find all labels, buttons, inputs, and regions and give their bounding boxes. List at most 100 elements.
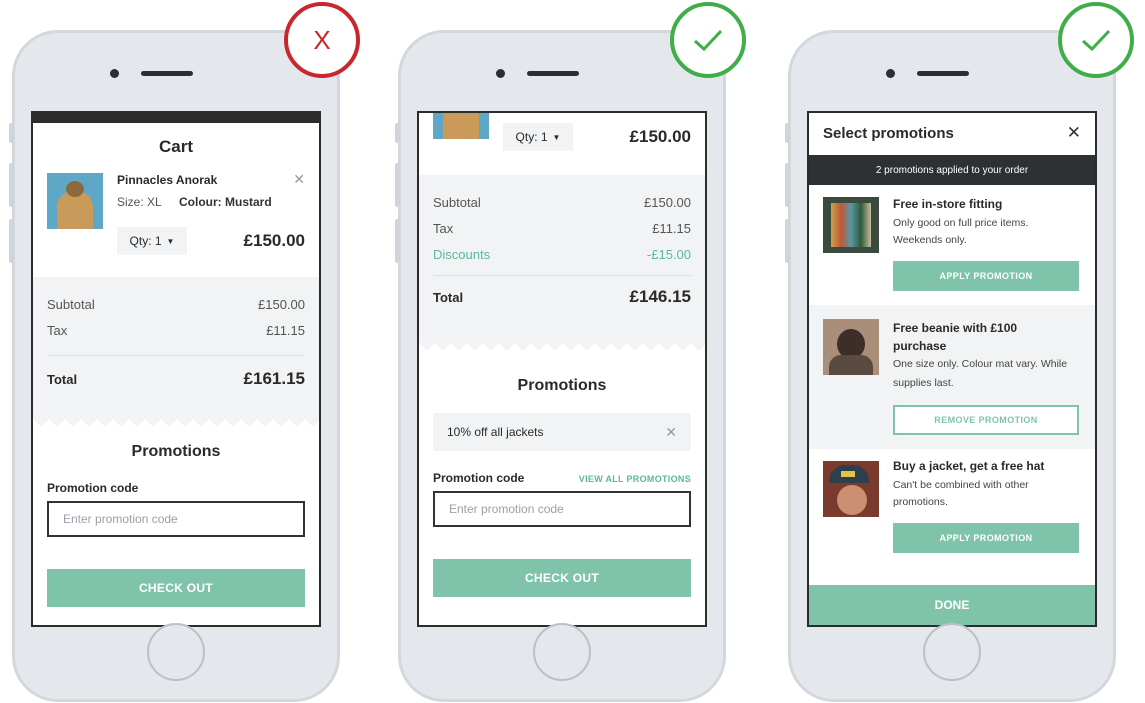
side-button — [785, 123, 790, 143]
tax-label: Tax — [47, 323, 68, 338]
product-image — [47, 173, 103, 229]
phone-screen: Qty: 1 ▼ £150.00 Subtotal £150.00 Tax £1… — [417, 111, 707, 627]
remove-promotion-button[interactable]: REMOVE PROMOTION — [893, 405, 1079, 435]
home-button — [533, 623, 591, 681]
promo-code-input[interactable]: Enter promotion code — [47, 501, 305, 537]
applied-promotion-label: 10% off all jackets — [447, 425, 544, 439]
promotion-title: Free in-store fitting — [893, 197, 1003, 211]
checkout-button[interactable]: CHECK OUT — [47, 569, 305, 607]
total-value: £161.15 — [243, 369, 305, 388]
promotion-title: Buy a jacket, get a free hat — [893, 459, 1045, 473]
promotions-heading: Promotions — [131, 443, 221, 460]
subtotal-row: Subtotal £150.00 — [433, 195, 691, 210]
home-button — [923, 623, 981, 681]
view-all-promotions-link[interactable]: VIEW ALL PROMOTIONS — [579, 474, 691, 484]
promotion-description: One size only. Colour mat vary. While su… — [893, 358, 1068, 389]
quantity-label: Qty: 1 — [129, 234, 162, 248]
subtotal-label: Subtotal — [47, 297, 95, 312]
apply-promotion-button[interactable]: APPLY PROMOTION — [893, 523, 1079, 553]
zigzag-divider — [419, 343, 705, 351]
good-example-badge — [1058, 2, 1134, 78]
done-button[interactable]: DONE — [809, 585, 1095, 625]
cart-title: Cart — [158, 137, 193, 156]
promotion-title: Free beanie with £100 purchase — [893, 321, 1018, 353]
quantity-label: Qty: 1 — [515, 130, 548, 144]
speaker-grille — [527, 71, 579, 76]
quantity-select[interactable]: Qty: 1 ▼ — [117, 227, 187, 255]
front-camera — [886, 69, 895, 78]
promo-code-label: Promotion code — [433, 471, 525, 485]
product-image — [433, 113, 489, 139]
x-mark-icon: X — [313, 24, 331, 55]
promotions-heading: Promotions — [517, 377, 607, 394]
side-button — [9, 219, 14, 263]
promo-code-placeholder: Enter promotion code — [449, 502, 564, 516]
side-button — [395, 219, 400, 263]
subtotal-row: Subtotal £150.00 — [47, 297, 305, 312]
promotion-card-applied: Free beanie with £100 purchase One size … — [809, 305, 1095, 449]
tax-value: £11.15 — [652, 221, 691, 236]
phone-mockup-bad: Cart Pinnacles Anorak ✕ Size: XL Colour:… — [9, 30, 340, 702]
subtotal-label: Subtotal — [433, 195, 481, 210]
side-button — [395, 163, 400, 207]
promo-code-label: Promotion code — [47, 481, 139, 495]
close-icon[interactable]: ✕ — [293, 171, 305, 188]
checkmark-icon — [1082, 29, 1111, 52]
discounts-label: Discounts — [433, 247, 491, 262]
promotion-image — [823, 197, 879, 253]
product-name: Pinnacles Anorak — [117, 173, 218, 187]
side-button — [9, 163, 14, 207]
side-button — [785, 219, 790, 263]
tax-row: Tax £11.15 — [433, 221, 691, 236]
tax-label: Tax — [433, 221, 454, 236]
phone-screen: Select promotions ✕ 2 promotions applied… — [807, 111, 1097, 627]
discounts-value: -£15.00 — [646, 247, 691, 262]
side-button — [785, 163, 790, 207]
applied-count-banner: 2 promotions applied to your order — [809, 155, 1095, 185]
subtotal-value: £150.00 — [644, 195, 691, 210]
close-icon[interactable]: ✕ — [665, 424, 677, 441]
promotion-card: Buy a jacket, get a free hat Can't be co… — [809, 449, 1095, 585]
checkmark-icon — [694, 29, 723, 52]
promotion-image — [823, 319, 879, 375]
total-label: Total — [47, 371, 78, 387]
tax-value: £11.15 — [266, 323, 305, 338]
promo-code-placeholder: Enter promotion code — [63, 512, 178, 526]
product-colour: Colour: Mustard — [179, 195, 272, 209]
side-button — [395, 123, 400, 143]
home-button — [147, 623, 205, 681]
quantity-select[interactable]: Qty: 1 ▼ — [503, 123, 573, 151]
bad-example-badge: X — [284, 2, 360, 78]
speaker-grille — [917, 71, 969, 76]
total-row: Total £146.15 — [433, 287, 691, 307]
checkout-button[interactable]: CHECK OUT — [433, 559, 691, 597]
applied-count-text: 2 promotions applied to your order — [875, 164, 1029, 176]
product-price: £150.00 — [629, 127, 691, 146]
total-row: Total £161.15 — [47, 369, 305, 389]
modal-title: Select promotions — [823, 125, 954, 142]
front-camera — [110, 69, 119, 78]
discounts-row: Discounts -£15.00 — [433, 247, 691, 262]
product-price: £150.00 — [243, 231, 305, 250]
phone-mockup-good: Qty: 1 ▼ £150.00 Subtotal £150.00 Tax £1… — [395, 30, 726, 702]
phone-screen: Cart Pinnacles Anorak ✕ Size: XL Colour:… — [31, 111, 321, 627]
chevron-down-icon: ▼ — [166, 236, 175, 246]
promotion-card: Free in-store fitting Only good on full … — [809, 185, 1095, 305]
tax-row: Tax £11.15 — [47, 323, 305, 338]
applied-promotion-chip: 10% off all jackets ✕ — [433, 413, 691, 451]
close-icon[interactable]: ✕ — [1067, 123, 1081, 143]
promotion-description: Only good on full price items. Weekends … — [893, 217, 1029, 246]
order-summary: Subtotal £150.00 Tax £11.15 Discounts -£… — [419, 175, 705, 343]
apply-promotion-button[interactable]: APPLY PROMOTION — [893, 261, 1079, 291]
chevron-down-icon: ▼ — [552, 132, 561, 142]
total-label: Total — [433, 289, 464, 305]
order-summary: Subtotal £150.00 Tax £11.15 Total £161.1… — [33, 277, 319, 419]
subtotal-value: £150.00 — [258, 297, 305, 312]
promotion-image — [823, 461, 879, 517]
front-camera — [496, 69, 505, 78]
zigzag-divider — [33, 419, 319, 427]
promotion-description: Can't be combined with other promotions. — [893, 479, 1029, 508]
total-value: £146.15 — [629, 287, 691, 306]
side-button — [9, 123, 14, 143]
promo-code-input[interactable]: Enter promotion code — [433, 491, 691, 527]
